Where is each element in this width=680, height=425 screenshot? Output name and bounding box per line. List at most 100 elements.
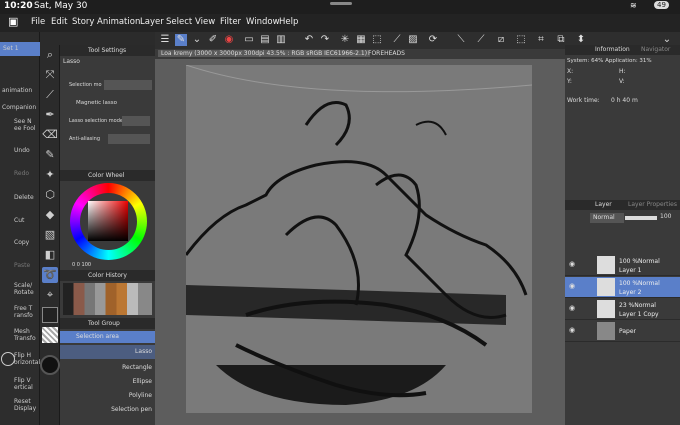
brush-tool-icon[interactable]: ✎	[42, 147, 58, 163]
canvas-area[interactable]: Loa kremy (3000 x 3000px 300dpi 43.5% : …	[155, 49, 565, 425]
grid-icon[interactable]: ▨	[407, 34, 419, 46]
brush-icon[interactable]: ✎	[175, 34, 187, 46]
eye-icon[interactable]: ◉	[569, 282, 575, 290]
menu-animation[interactable]: Animation	[97, 17, 140, 27]
eyedropper-icon[interactable]: ⟋	[42, 87, 58, 103]
command-see[interactable]: See N ee Fool	[0, 118, 40, 132]
menu-edit[interactable]: Edit	[51, 17, 67, 27]
eraser-icon[interactable]: ⌫	[42, 127, 58, 143]
menu-window[interactable]: Window	[246, 17, 280, 27]
subtool-lasso[interactable]: Lasso	[60, 345, 155, 359]
select-all-icon[interactable]: ⟍	[455, 34, 467, 46]
navigator-tab[interactable]: Navigator	[641, 45, 670, 55]
selection-icon[interactable]: ⬚	[515, 34, 527, 46]
blend-icon[interactable]: ⬡	[42, 187, 58, 203]
blend-mode-select[interactable]: Normal	[590, 213, 624, 223]
rotate-icon[interactable]: ⟳	[427, 34, 439, 46]
menu-layer[interactable]: Layer	[140, 17, 164, 27]
command-companion[interactable]: Companion	[0, 104, 40, 111]
lasso-tool-icon[interactable]: ➰	[42, 267, 58, 283]
crop-icon[interactable]: ⌗	[535, 34, 547, 46]
app-menu-icon[interactable]: ▣	[8, 15, 18, 28]
anti-aliasing-buttons[interactable]	[108, 134, 150, 144]
paste-button[interactable]: Paste	[0, 262, 40, 269]
subtool-selection-pen[interactable]: Selection pen	[60, 403, 155, 417]
opacity-slider[interactable]	[625, 216, 657, 220]
mesh-transform-button[interactable]: Mesh Transfo	[0, 328, 40, 342]
redo-icon[interactable]: ↷	[319, 34, 331, 46]
subtool-polyline[interactable]: Polyline	[60, 389, 155, 403]
menu-view[interactable]: View	[195, 17, 215, 27]
menu-help[interactable]: Help	[279, 17, 298, 27]
flip-vertical-button[interactable]: Flip V ertical	[0, 377, 40, 391]
color-history-swatches[interactable]	[63, 283, 152, 315]
decoration-icon[interactable]: ✦	[42, 167, 58, 183]
zoom-icon[interactable]: ⌕	[42, 47, 58, 63]
layer-properties-tab[interactable]: Layer Properties	[628, 200, 677, 210]
ruler-icon[interactable]: ⟋	[391, 34, 403, 46]
record-icon[interactable]: ◉	[223, 34, 235, 46]
reset-display-button[interactable]: Reset Display	[0, 398, 40, 412]
layer-row[interactable]: Paper	[565, 321, 680, 342]
redo-button[interactable]: Redo	[0, 170, 40, 177]
wifi-icon: ≋	[630, 1, 637, 10]
transparent-swatch[interactable]	[42, 327, 58, 343]
copy-button[interactable]: Copy	[0, 239, 40, 246]
command-animation[interactable]: animation	[0, 87, 40, 94]
fill-tool-icon[interactable]: ◆	[42, 207, 58, 223]
fill-icon[interactable]: ▦	[355, 34, 367, 46]
saturation-value-square[interactable]	[88, 201, 128, 241]
eye-icon[interactable]: ◉	[569, 326, 575, 334]
opacity-value[interactable]: 100	[660, 213, 671, 220]
selection-mode-buttons[interactable]	[104, 80, 152, 90]
gradient-icon[interactable]: ▧	[42, 227, 58, 243]
menu-filter[interactable]: Filter	[220, 17, 241, 27]
subtool-rectangle[interactable]: Rectangle	[60, 361, 155, 375]
clear-icon[interactable]: ✳	[339, 34, 351, 46]
anti-aliasing-label: Anti-aliasing	[69, 136, 100, 142]
layer-row[interactable]: 23 %Normal Layer 1 Copy	[565, 299, 680, 320]
eye-icon[interactable]: ◉	[569, 304, 575, 312]
x-label: X:	[567, 68, 574, 75]
pen-tool-icon[interactable]: ✒	[42, 107, 58, 123]
tool-group-selection-area[interactable]: Selection area	[60, 331, 155, 343]
menu-story[interactable]: Story	[72, 17, 94, 27]
layer-tab[interactable]: Layer	[595, 200, 612, 210]
transform-icon[interactable]: ⬚	[371, 34, 383, 46]
pen-icon[interactable]: ✐	[207, 34, 219, 46]
text-tool-icon[interactable]: ⌖	[42, 287, 58, 303]
menu-file[interactable]: File	[31, 17, 45, 27]
undo-icon[interactable]: ↶	[303, 34, 315, 46]
figure-icon[interactable]: ◧	[42, 247, 58, 263]
deselect-icon[interactable]: ⟋	[475, 34, 487, 46]
eye-icon[interactable]: ◉	[569, 260, 575, 268]
canvas-tab-active[interactable]: Loa kremy (3000 x 3000px 300dpi 43.5% : …	[158, 50, 371, 57]
operation-icon[interactable]: ⤧	[42, 67, 58, 83]
free-transform-button[interactable]: Free T ransfo	[0, 305, 40, 319]
multitask-indicator[interactable]	[330, 2, 352, 5]
invert-icon[interactable]: ⧄	[495, 34, 507, 46]
layer-opacity: 100 %Normal	[619, 258, 660, 265]
lasso-mode-label: Lasso selection mode	[69, 118, 123, 124]
drawing-canvas[interactable]	[186, 65, 532, 413]
layer-name: Layer 2	[619, 289, 642, 296]
chevron-down-icon[interactable]: ⌄	[191, 34, 203, 46]
status-bar: 10:20 Sat, May 30 ≋ 49	[0, 0, 680, 14]
info-tab[interactable]: Information	[595, 45, 630, 55]
canvas-tab-foreheads[interactable]: FOREHEADS	[368, 50, 405, 57]
layer-row[interactable]: 100 %Normal Layer 1	[565, 255, 680, 276]
lasso-mode-buttons[interactable]	[122, 116, 150, 126]
subtool-ellipse[interactable]: Ellipse	[60, 375, 155, 389]
new-icon[interactable]: ▭	[243, 34, 255, 46]
menu-select[interactable]: Select	[166, 17, 192, 27]
cut-button[interactable]: Cut	[0, 217, 40, 224]
open-icon[interactable]: ▤	[259, 34, 271, 46]
scale-rotate-button[interactable]: Scale/ Rotate	[0, 282, 40, 296]
layer-row-selected[interactable]: 100 %Normal Layer 2	[565, 277, 680, 298]
main-color-swatch[interactable]	[42, 307, 58, 323]
hamburger-icon[interactable]: ☰	[159, 34, 171, 46]
save-icon[interactable]: ▥	[275, 34, 287, 46]
command-set-1[interactable]: Set 1	[0, 42, 40, 56]
delete-button[interactable]: Delete	[0, 194, 40, 201]
undo-button[interactable]: Undo	[0, 147, 40, 154]
